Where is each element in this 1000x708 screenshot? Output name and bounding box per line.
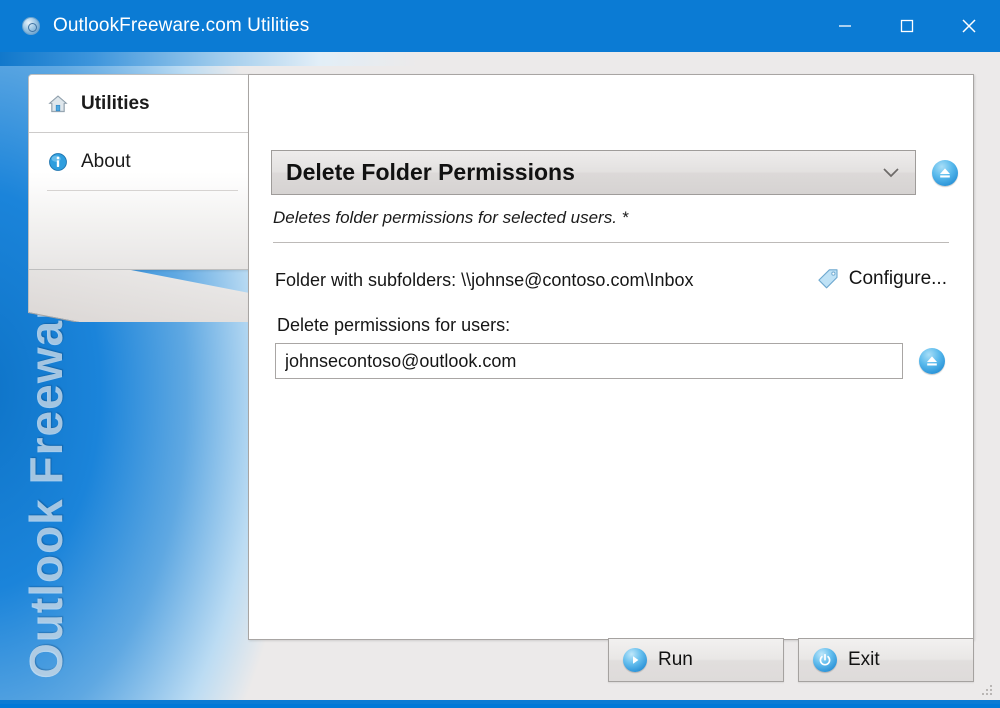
utility-select[interactable]: Delete Folder Permissions (271, 150, 916, 195)
run-button[interactable]: Run (608, 638, 784, 682)
footer-buttons: Run Exit (608, 638, 974, 682)
users-field-row (275, 343, 949, 379)
play-icon (623, 648, 647, 672)
minimize-icon (839, 25, 851, 27)
home-icon (48, 94, 68, 112)
close-icon (962, 19, 976, 33)
run-label: Run (658, 649, 693, 670)
configure-label: Configure... (848, 268, 947, 289)
info-icon (49, 153, 67, 171)
maximize-button[interactable] (876, 0, 938, 52)
utility-select-row: Delete Folder Permissions (271, 150, 971, 195)
background-top-gradient (0, 52, 420, 66)
sidebar-item-label: About (81, 151, 131, 172)
utility-select-eject-button[interactable] (932, 159, 958, 186)
resize-grip-icon[interactable] (980, 683, 994, 697)
configure-button[interactable]: Configure... (816, 267, 947, 291)
application-window: OutlookFreeware.com Utilities Outlook Fr… (0, 0, 1000, 708)
users-eject-button[interactable] (919, 348, 945, 374)
exit-label: Exit (848, 649, 880, 670)
chevron-down-icon (883, 167, 899, 177)
sidebar-item-label: Utilities (81, 92, 150, 114)
users-field-label: Delete permissions for users: (277, 315, 511, 335)
content-panel: Delete Folder Permissions Deletes folder… (248, 74, 974, 640)
power-icon (813, 648, 837, 672)
eject-icon (927, 356, 937, 366)
divider (273, 242, 949, 243)
sidebar-tabs: Utilities About (28, 74, 252, 270)
sidebar-item-utilities[interactable]: Utilities (29, 75, 252, 133)
sidebar-item-about[interactable]: About (29, 133, 252, 191)
client-area: Outlook Freeware .com Utilities About De… (0, 52, 1000, 704)
window-title: OutlookFreeware.com Utilities (53, 15, 310, 36)
users-input[interactable] (275, 343, 903, 379)
exit-button[interactable]: Exit (798, 638, 974, 682)
title-bar: OutlookFreeware.com Utilities (0, 0, 1000, 52)
tag-icon (818, 269, 838, 289)
utility-description: Deletes folder permissions for selected … (273, 208, 629, 227)
minimize-button[interactable] (814, 0, 876, 52)
window-controls (814, 0, 1000, 52)
folder-path-label: Folder with subfolders: \\johnse@contoso… (275, 270, 694, 290)
maximize-icon (900, 19, 914, 33)
app-globe-icon (22, 17, 40, 35)
bottom-accent-strip (0, 700, 1000, 704)
eject-icon (940, 167, 950, 177)
utility-select-value: Delete Folder Permissions (286, 159, 575, 185)
close-button[interactable] (938, 0, 1000, 52)
divider (47, 190, 238, 191)
